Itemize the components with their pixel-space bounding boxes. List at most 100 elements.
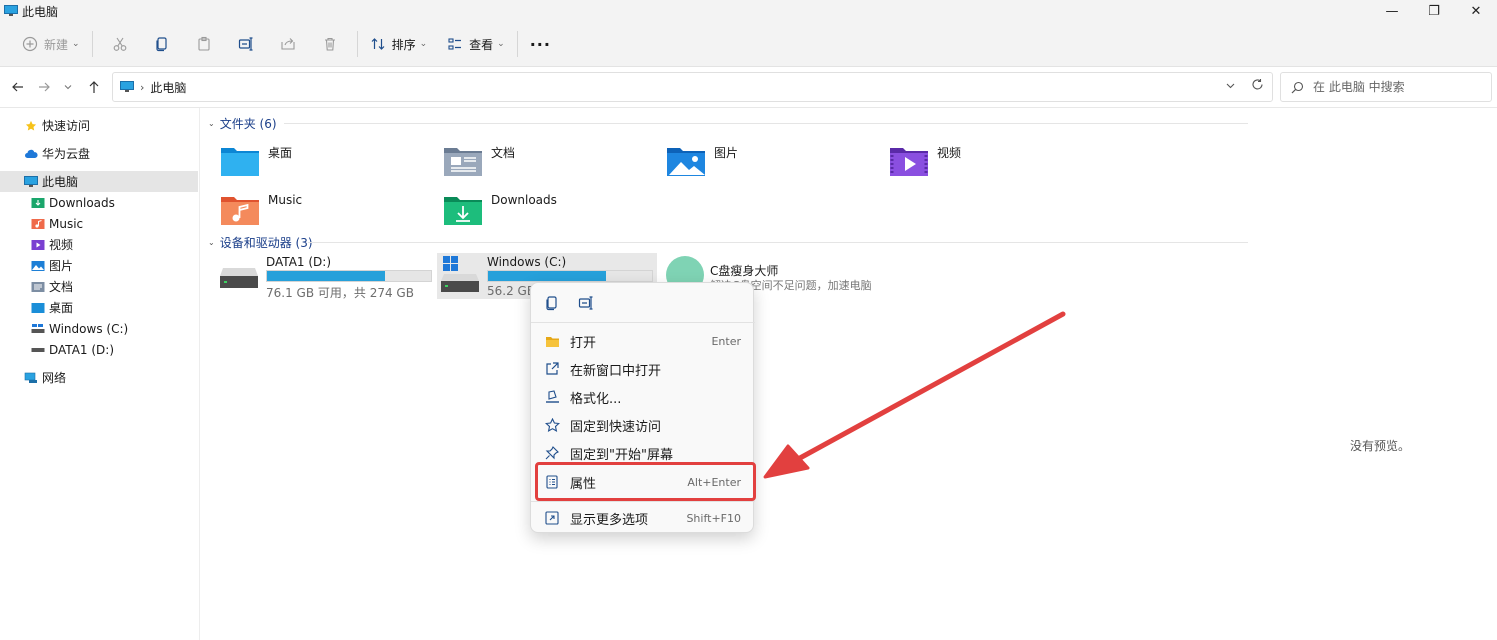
context-menu-open-new-window[interactable]: 在新窗口中打开 [535, 355, 751, 383]
search-icon [1291, 81, 1304, 93]
sort-button-label: 排序 [391, 37, 416, 52]
folder-downloads[interactable]: Downloads [425, 187, 645, 231]
folder-desktop[interactable]: 桌面 [202, 138, 422, 182]
sidebar-item-quick-access[interactable]: 快速访问 [0, 115, 198, 136]
chevron-down-icon: ⌄ [497, 39, 505, 49]
computer-icon [4, 5, 18, 16]
delete-button[interactable] [309, 29, 351, 59]
context-menu-format[interactable]: 格式化... [535, 383, 751, 411]
pictures-folder-icon [667, 148, 705, 176]
arrow-left-icon [12, 82, 23, 92]
group-divider [308, 242, 1248, 243]
search-box[interactable] [1280, 72, 1492, 102]
share-icon [281, 38, 295, 50]
breadcrumb-separator: › [140, 80, 145, 94]
chevron-down-icon [1226, 83, 1235, 89]
chevron-down-icon: ⌄ [419, 39, 428, 49]
sidebar-item-downloads[interactable]: Downloads [0, 192, 198, 213]
sidebar-item-pictures[interactable]: 图片 [0, 255, 198, 276]
address-history-dropdown[interactable] [1225, 80, 1236, 94]
navigation-pane: 快速访问 华为云盘 此电脑 Downloads Music 视频 图片 文档 桌… [0, 108, 200, 640]
rename-icon [238, 37, 253, 51]
sidebar-item-network[interactable]: 网络 [0, 367, 198, 388]
drive-d-usage-fill [267, 271, 386, 281]
rename-button[interactable] [225, 29, 267, 59]
sidebar-item-documents[interactable]: 文档 [0, 276, 198, 297]
recent-locations-button[interactable] [58, 77, 78, 97]
chevron-down-icon: ⌄ [208, 237, 215, 247]
more-options-button[interactable]: ··· [524, 29, 557, 59]
expand-options-icon [544, 510, 560, 526]
navigation-bar: › 此电脑 [0, 67, 1497, 108]
folder-pictures[interactable]: 图片 [648, 138, 868, 182]
sidebar-item-videos[interactable]: 视频 [0, 234, 198, 255]
format-drive-icon [544, 389, 560, 405]
share-button[interactable] [267, 29, 309, 59]
sidebar-item-drive-d[interactable]: DATA1 (D:) [0, 339, 198, 360]
view-button[interactable]: 查看 ⌄ [441, 29, 511, 59]
sidebar-item-music[interactable]: Music [0, 213, 198, 234]
video-icon [31, 239, 45, 250]
new-button-label: 新建 [44, 37, 69, 52]
group-header-folders[interactable]: ⌄ 文件夹 (6) [208, 115, 277, 131]
search-input[interactable] [1313, 80, 1483, 94]
refresh-button[interactable] [1251, 78, 1264, 95]
no-preview-text: 没有预览。 [1350, 439, 1411, 453]
chevron-down-icon [64, 85, 72, 90]
preview-pane: 没有预览。 [1255, 108, 1497, 640]
context-menu-show-more-options[interactable]: 显示更多选项 Shift+F10 [535, 504, 751, 532]
sort-button[interactable]: 排序 ⌄ [364, 29, 434, 59]
folder-music[interactable]: Music [202, 187, 422, 231]
music-folder-icon [221, 197, 259, 225]
folder-videos[interactable]: 视频 [871, 138, 1091, 182]
sort-icon [371, 38, 384, 50]
close-button[interactable]: ✕ [1455, 0, 1497, 22]
folder-open-icon [544, 333, 560, 349]
chevron-down-icon: ⌄ [208, 118, 215, 128]
forward-button[interactable] [34, 77, 54, 97]
music-icon [31, 218, 45, 229]
drive-c-usage-bar [487, 270, 653, 282]
star-icon [25, 120, 37, 130]
folder-documents[interactable]: 文档 [425, 138, 645, 182]
plus-circle-icon [22, 36, 38, 52]
context-menu-divider [531, 501, 755, 502]
refresh-icon [1252, 79, 1263, 90]
copy-button[interactable] [141, 29, 183, 59]
sidebar-item-huawei-cloud[interactable]: 华为云盘 [0, 143, 198, 164]
window-title: 此电脑 [22, 4, 59, 19]
breadcrumb-this-pc[interactable]: 此电脑 [150, 79, 186, 96]
drive-d-tile[interactable]: DATA1 (D:) 76.1 GB 可用，共 274 GB [202, 253, 432, 300]
star-outline-icon [544, 417, 560, 433]
chevron-down-icon: ⌄ [72, 39, 80, 49]
computer-icon [120, 81, 134, 92]
maximize-button[interactable]: ❐ [1413, 0, 1455, 22]
sidebar-item-this-pc[interactable]: 此电脑 [0, 171, 198, 192]
cloud-icon [25, 149, 38, 158]
group-header-devices[interactable]: ⌄ 设备和驱动器 (3) [208, 234, 313, 250]
up-button[interactable] [84, 77, 104, 97]
new-button[interactable]: 新建 ⌄ [16, 29, 86, 59]
annotation-highlight-box [535, 462, 756, 501]
pictures-icon [31, 260, 45, 271]
computer-icon [24, 175, 38, 187]
copy-icon[interactable] [544, 295, 560, 311]
context-menu-quick-actions [531, 283, 755, 323]
paste-button[interactable] [183, 29, 225, 59]
drive-c-icon [31, 323, 45, 333]
sidebar-item-drive-c[interactable]: Windows (C:) [0, 318, 198, 339]
context-menu-open[interactable]: 打开 Enter [535, 327, 751, 355]
minimize-button[interactable]: — [1371, 0, 1413, 22]
address-bar[interactable]: › 此电脑 [112, 72, 1273, 102]
context-menu-pin-quick-access[interactable]: 固定到快速访问 [535, 411, 751, 439]
group-divider [284, 123, 1248, 124]
rename-icon[interactable] [578, 295, 594, 311]
back-button[interactable] [8, 77, 28, 97]
desktop-icon [31, 302, 45, 313]
cut-button[interactable] [99, 29, 141, 59]
more-icon: ··· [529, 34, 551, 54]
sidebar-item-desktop[interactable]: 桌面 [0, 297, 198, 318]
view-list-icon [448, 38, 462, 50]
title-bar: 此电脑 — ❐ ✕ [0, 0, 1497, 22]
clipboard-icon [198, 36, 210, 51]
